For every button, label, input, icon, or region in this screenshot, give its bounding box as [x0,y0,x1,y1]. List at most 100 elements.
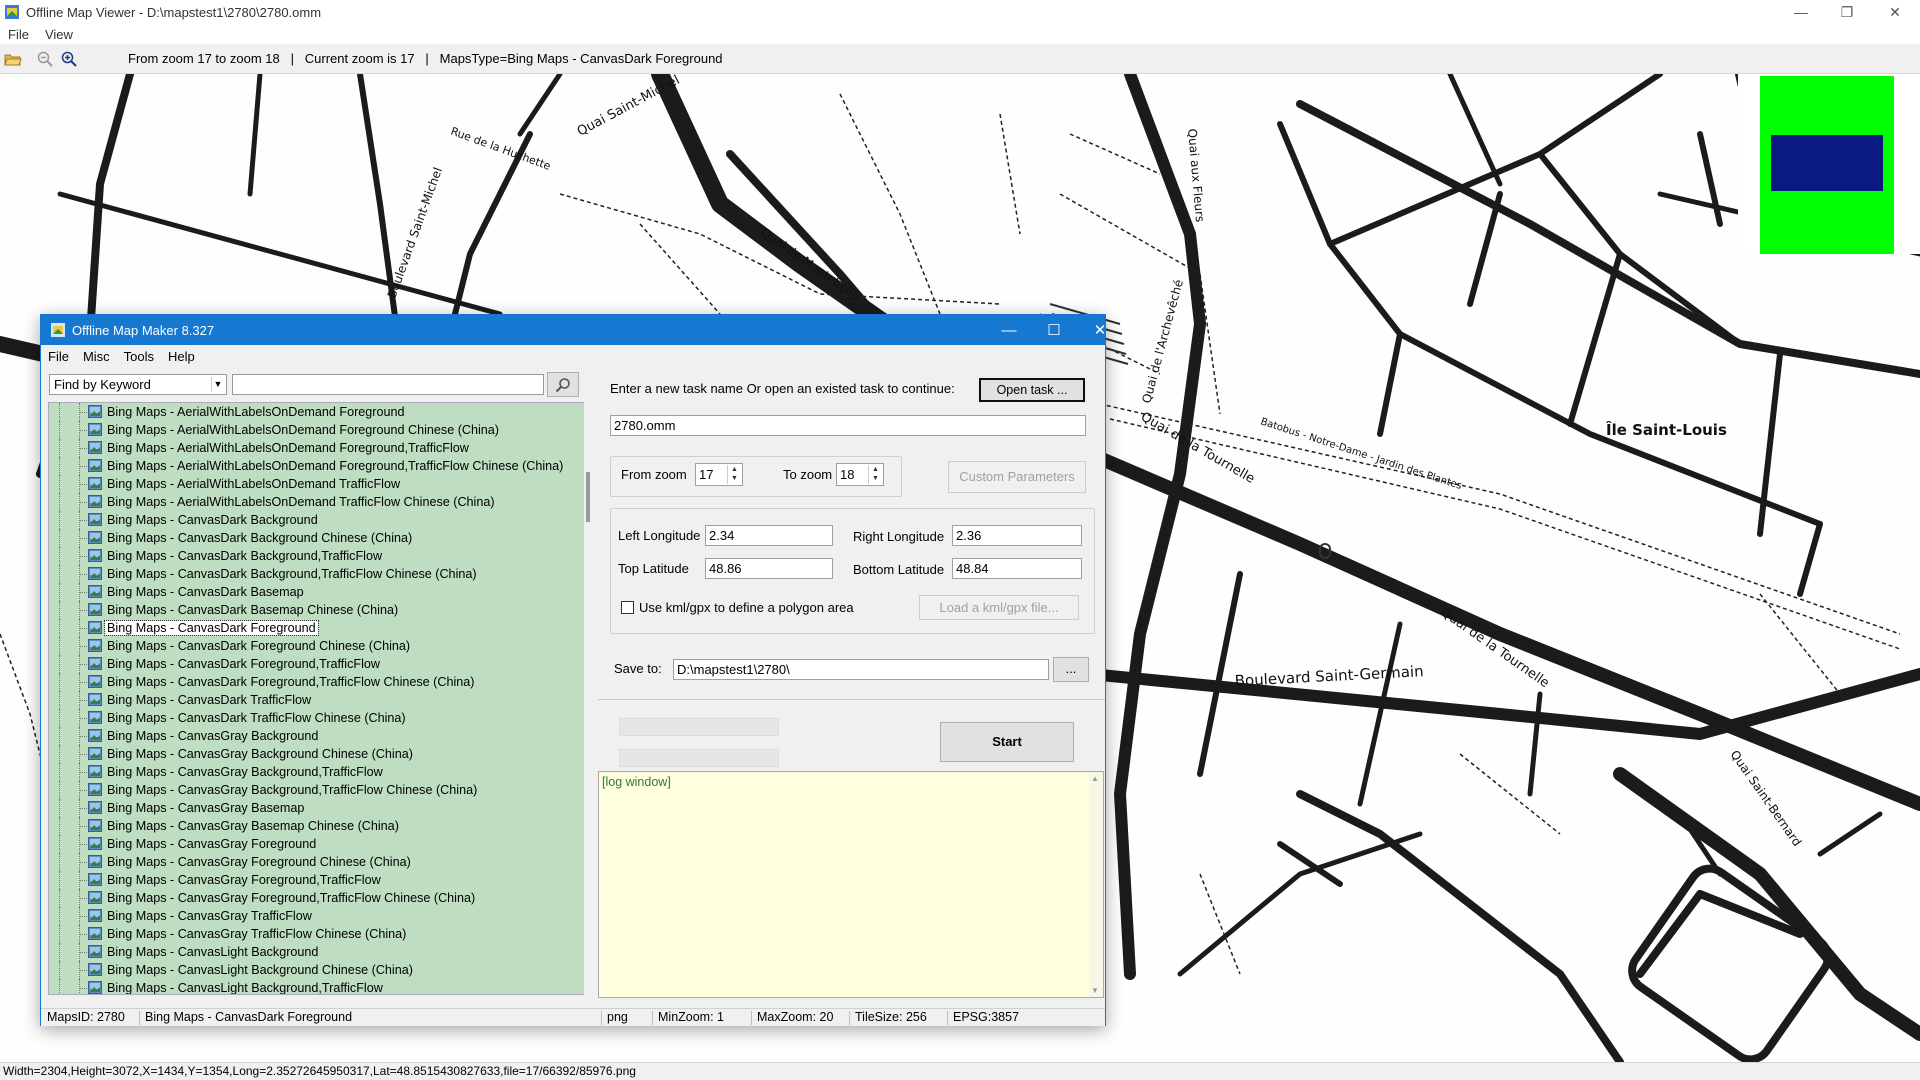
tree-item[interactable]: Bing Maps - CanvasDark Basemap Chinese (… [49,601,590,619]
overview-viewport[interactable] [1771,135,1883,191]
map-tile-icon [88,891,102,904]
minimize-icon[interactable]: — [986,315,1032,345]
open-task-button[interactable]: Open task ... [979,378,1085,402]
menu-view[interactable]: View [37,27,81,42]
bottom-latitude-input[interactable]: 48.84 [952,558,1082,579]
spinner-arrows-icon[interactable]: ▲ ▼ [727,465,741,484]
tree-scroll-thumb[interactable] [586,472,590,522]
map-tile-icon [88,981,102,994]
divider [652,1011,653,1025]
folder-open-icon[interactable] [2,48,24,70]
tree-item[interactable]: Bing Maps - CanvasGray TrafficFlow [49,907,590,925]
tree-item[interactable]: Bing Maps - AerialWithLabelsOnDemand For… [49,439,590,457]
maximize-icon[interactable]: ☐ [1031,315,1077,345]
chevron-down-icon: ▼ [211,377,224,392]
tree-item-label: Bing Maps - CanvasGray Background,Traffi… [107,765,383,779]
zoom-in-icon[interactable] [58,48,80,70]
start-button[interactable]: Start [940,722,1074,762]
close-icon[interactable]: ✕ [1872,0,1918,24]
dialog-titlebar[interactable]: Offline Map Maker 8.327 — ☐ ✕ [41,315,1106,345]
search-icon [555,377,570,392]
tree-item[interactable]: Bing Maps - CanvasLight Background,Traff… [49,979,590,994]
tree-item-label: Bing Maps - CanvasGray TrafficFlow Chine… [107,927,407,941]
tree-item[interactable]: Bing Maps - CanvasGray Background Chines… [49,745,590,763]
tree-item[interactable]: Bing Maps - AerialWithLabelsOnDemand Tra… [49,475,590,493]
to-zoom-value: 18 [840,467,855,482]
right-longitude-input[interactable]: 2.36 [952,525,1082,546]
tree-item[interactable]: Bing Maps - CanvasDark Foreground,Traffi… [49,673,590,691]
tree-item[interactable]: Bing Maps - CanvasGray Foreground,Traffi… [49,871,590,889]
menu-file[interactable]: File [0,27,37,42]
tree-guide [59,403,60,421]
scroll-down-icon[interactable]: ▼ [1091,986,1099,995]
tree-item[interactable]: Bing Maps - CanvasGray Foreground Chines… [49,853,590,871]
close-icon[interactable]: ✕ [1077,315,1123,345]
tree-guide [59,907,60,925]
search-input[interactable] [232,374,544,395]
to-zoom-spinner[interactable]: 18 ▲ ▼ [836,463,884,486]
tree-item[interactable]: Bing Maps - CanvasDark Background Chines… [49,529,590,547]
tree-item[interactable]: Bing Maps - CanvasGray Basemap [49,799,590,817]
browse-button[interactable]: ... [1053,657,1089,682]
maps-type-tree[interactable]: Bing Maps - AerialWithLabelsOnDemand For… [48,402,591,995]
log-window[interactable]: [log window] ▲ ▼ [598,771,1104,998]
tree-item[interactable]: Bing Maps - CanvasDark TrafficFlow Chine… [49,709,590,727]
tree-item[interactable]: Bing Maps - CanvasDark Foreground Chines… [49,637,590,655]
left-longitude-input[interactable]: 2.34 [705,525,833,546]
overview-minimap[interactable] [1738,74,1920,254]
custom-parameters-button[interactable]: Custom Parameters [948,461,1086,493]
minimize-icon[interactable]: — [1778,0,1824,24]
tree-item[interactable]: Bing Maps - CanvasGray Foreground [49,835,590,853]
search-button[interactable] [547,372,579,397]
menu-file[interactable]: File [41,349,76,364]
spinner-arrows-icon[interactable]: ▲ ▼ [868,465,882,484]
tree-item-label: Bing Maps - CanvasGray Background,Traffi… [107,783,478,797]
task-name-input[interactable]: 2780.omm [610,415,1086,436]
tree-item[interactable]: Bing Maps - CanvasLight Background [49,943,590,961]
tree-item[interactable]: Bing Maps - CanvasGray TrafficFlow Chine… [49,925,590,943]
tree-item[interactable]: Bing Maps - AerialWithLabelsOnDemand For… [49,457,590,475]
menu-help[interactable]: Help [161,349,202,364]
zoom-out-icon[interactable] [34,48,56,70]
tree-item[interactable]: Bing Maps - CanvasGray Background,Traffi… [49,781,590,799]
kml-polygon-checkbox[interactable] [621,601,634,614]
save-to-label: Save to: [614,661,662,676]
tree-scrollbar[interactable] [584,402,594,995]
tree-guide [79,898,87,899]
load-kml-button[interactable]: Load a kml/gpx file... [919,595,1079,620]
map-tile-icon [88,603,102,616]
tree-item[interactable]: Bing Maps - CanvasGray Background [49,727,590,745]
tree-item[interactable]: Bing Maps - CanvasGray Foreground,Traffi… [49,889,590,907]
find-mode-select[interactable]: Find by Keyword ▼ [49,374,227,395]
tree-item[interactable]: Bing Maps - CanvasLight Background Chine… [49,961,590,979]
tree-guide [59,511,60,529]
map-tile-icon [88,927,102,940]
restore-icon[interactable]: ❐ [1824,0,1870,24]
tree-item[interactable]: Bing Maps - CanvasDark TrafficFlow [49,691,590,709]
map-tile-icon [88,405,102,418]
menu-misc[interactable]: Misc [76,349,117,364]
top-latitude-input[interactable]: 48.86 [705,558,833,579]
from-zoom-spinner[interactable]: 17 ▲ ▼ [695,463,743,486]
tree-item[interactable]: Bing Maps - CanvasGray Background,Traffi… [49,763,590,781]
tree-item[interactable]: Bing Maps - CanvasDark Foreground [49,619,590,637]
save-to-input[interactable]: D:\mapstest1\2780\ [673,659,1049,680]
tree-item[interactable]: Bing Maps - CanvasDark Background [49,511,590,529]
tree-guide [79,826,87,827]
tree-item-label: Bing Maps - AerialWithLabelsOnDemand Tra… [107,477,401,491]
menu-tools[interactable]: Tools [117,349,161,364]
map-tile-icon [88,873,102,886]
scroll-up-icon[interactable]: ▲ [1091,774,1099,783]
tree-item[interactable]: Bing Maps - AerialWithLabelsOnDemand For… [49,421,590,439]
tree-item[interactable]: Bing Maps - CanvasDark Basemap [49,583,590,601]
tree-item[interactable]: Bing Maps - CanvasDark Background,Traffi… [49,547,590,565]
map-tile-icon [88,729,102,742]
tree-guide [79,979,80,994]
tree-item[interactable]: Bing Maps - CanvasDark Background,Traffi… [49,565,590,583]
tree-item[interactable]: Bing Maps - AerialWithLabelsOnDemand For… [49,403,590,421]
tree-item[interactable]: Bing Maps - CanvasDark Foreground,Traffi… [49,655,590,673]
tree-guide [79,610,87,611]
tree-item[interactable]: Bing Maps - AerialWithLabelsOnDemand Tra… [49,493,590,511]
tree-item[interactable]: Bing Maps - CanvasGray Basemap Chinese (… [49,817,590,835]
log-scrollbar[interactable]: ▲ ▼ [1089,772,1103,997]
